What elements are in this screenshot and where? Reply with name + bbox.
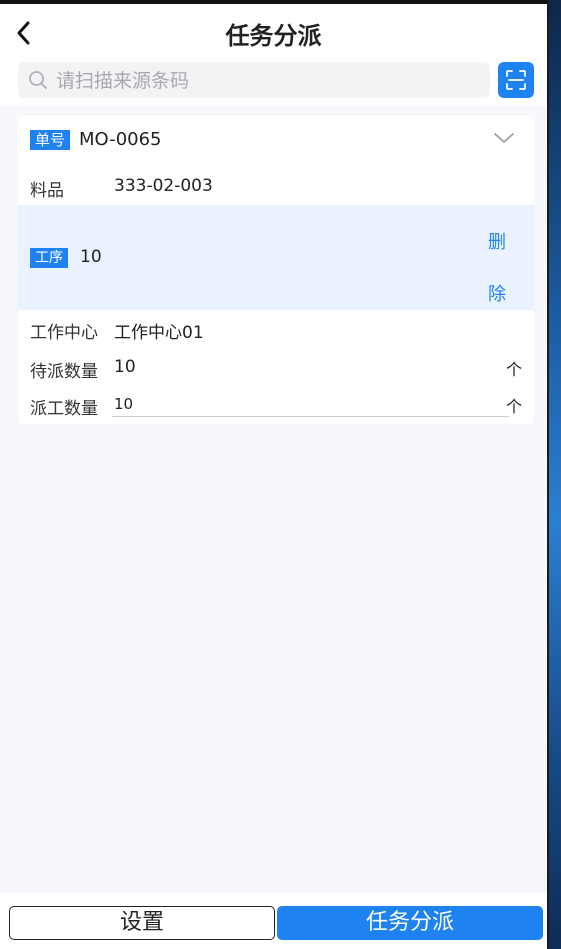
pending-qty-value: 10 [114,357,136,377]
settings-button[interactable]: 设置 [9,906,275,940]
header: 任务分派 [0,4,547,56]
scan-icon [506,70,526,90]
dispatch-qty-input[interactable] [112,392,509,417]
work-center-label: 工作中心 [30,323,98,343]
dispatch-qty-label: 派工数量 [30,399,98,419]
search-icon [29,71,47,89]
operation-tag: 工序 [30,248,68,268]
search-box[interactable] [18,62,490,100]
order-tag: 单号 [30,130,71,150]
desktop-background [549,0,561,949]
material-value: 333-02-003 [114,176,213,196]
dispatch-task-button[interactable]: 任务分派 [277,906,543,940]
app-window: 任务分派 单号 MO-0065 料品 [0,0,549,949]
dispatch-unit: 个 [506,397,523,416]
material-label: 料品 [30,181,64,201]
pending-qty-label: 待派数量 [30,362,98,382]
bottom-bar: 设置 任务分派 [0,893,547,949]
chevron-down-icon [494,133,514,143]
pending-unit: 个 [506,360,523,379]
order-number: MO-0065 [79,129,162,150]
task-card: 单号 MO-0065 料品 333-02-003 工序 10 删除 工作中心 工… [18,115,534,424]
delete-button[interactable]: 删除 [484,217,510,321]
collapse-button[interactable] [492,129,516,147]
work-center-value: 工作中心01 [114,323,204,343]
scan-button[interactable] [498,62,534,98]
search-input[interactable] [54,62,478,100]
search-row [0,56,547,106]
page-title: 任务分派 [225,22,322,50]
operation-value: 10 [80,247,102,267]
operation-row: 工序 10 删除 [18,205,534,310]
